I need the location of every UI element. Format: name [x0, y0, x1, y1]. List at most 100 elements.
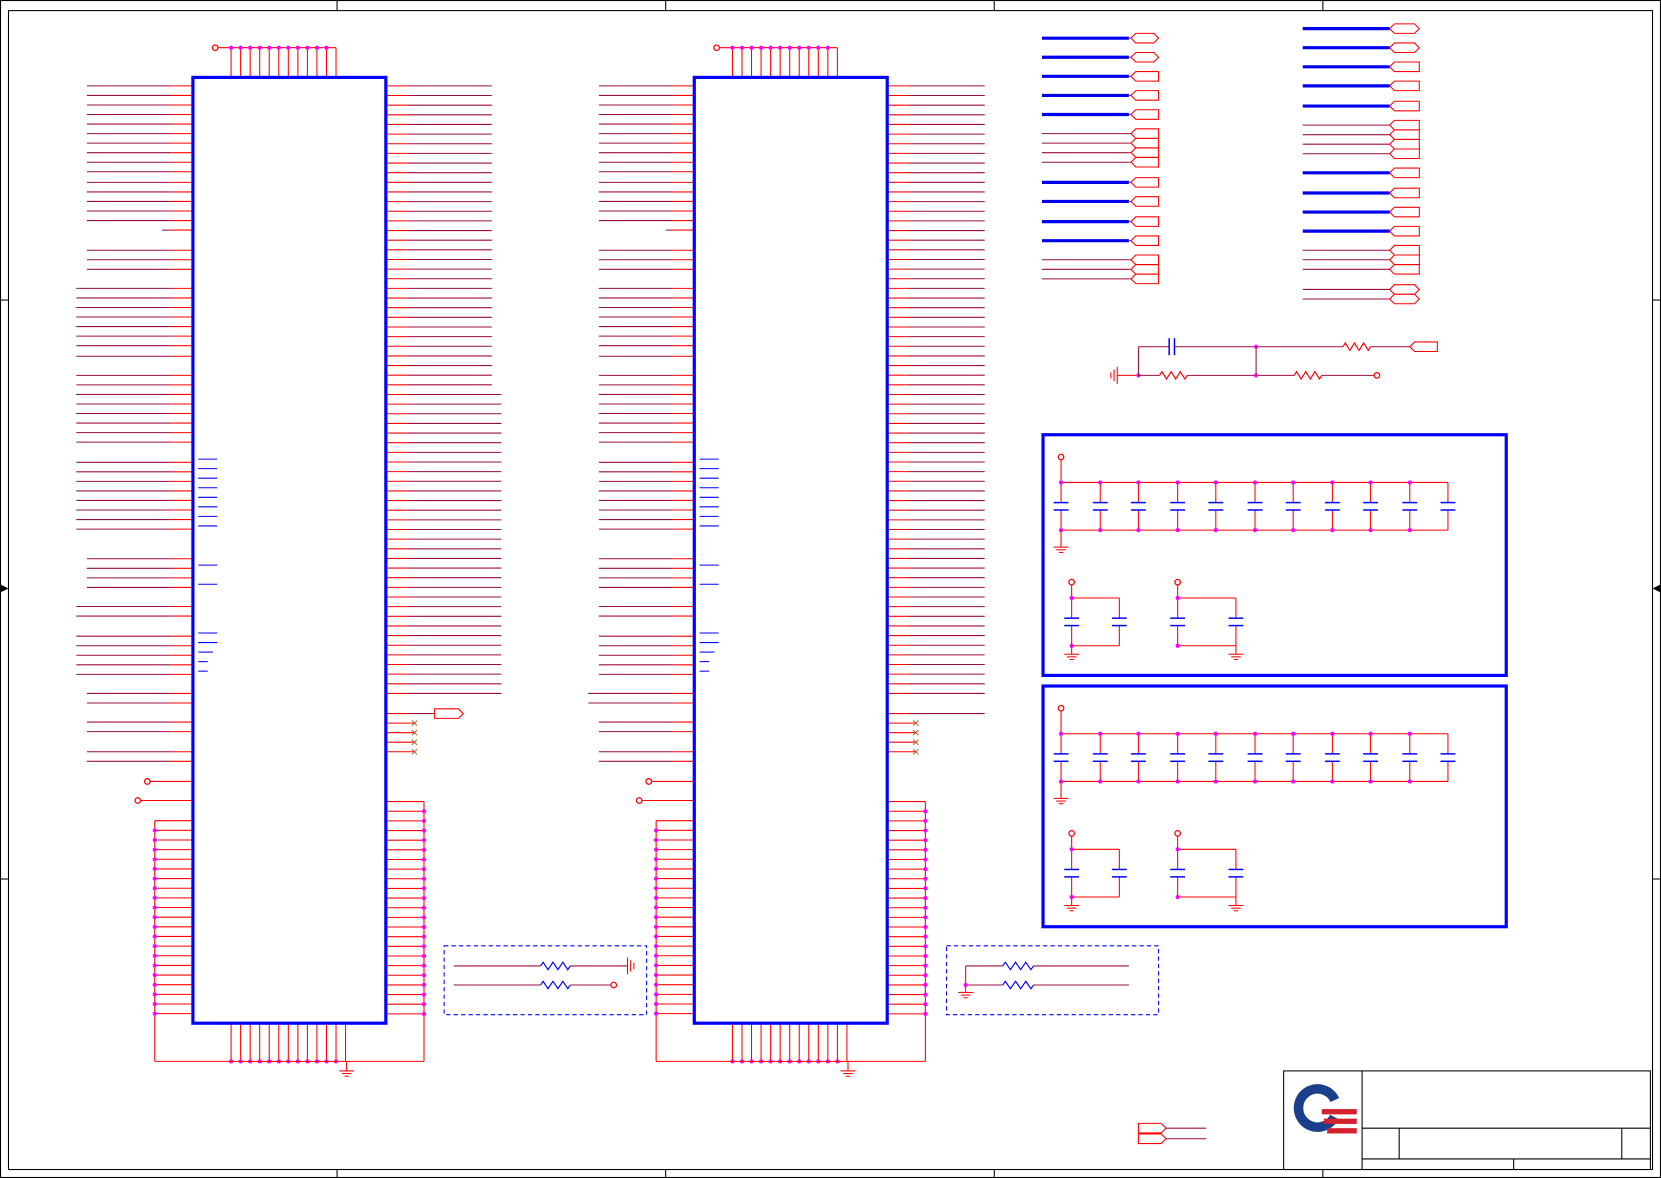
junction-dot [152, 953, 157, 958]
power-port-icon [645, 778, 653, 785]
junction-dot [654, 972, 659, 978]
junction-dot [1291, 528, 1296, 533]
junction-dot [421, 847, 427, 852]
junction-dot [152, 1011, 157, 1016]
junction-dot [768, 45, 773, 50]
junction-dot [654, 828, 659, 833]
junction-dot [1175, 643, 1180, 648]
junction-dot [923, 982, 928, 988]
junction-dot [152, 972, 157, 978]
junction-dot [1407, 528, 1412, 533]
power-port-icon [134, 797, 142, 804]
junction-dot [324, 45, 329, 50]
junction-dot [421, 838, 427, 843]
junction-dot [749, 45, 754, 50]
junction-dot [257, 45, 262, 50]
junction-dot [1252, 731, 1258, 736]
power-port-icon [1068, 830, 1076, 837]
power-port-icon [610, 981, 618, 989]
junction-dot [421, 915, 427, 920]
junction-dot [421, 944, 427, 949]
junction-dot [923, 818, 928, 824]
logo-stripe [1327, 1128, 1357, 1134]
junction-dot [1058, 731, 1064, 736]
power-port-icon [713, 44, 720, 52]
junction-dot [923, 857, 928, 862]
junction-dot [1330, 731, 1335, 736]
junction-dot [421, 992, 427, 997]
junction-dot [654, 876, 659, 881]
junction-dot [923, 944, 928, 949]
junction-dot [654, 943, 659, 949]
junction-dot [923, 915, 928, 920]
junction-dot [654, 837, 659, 843]
power-port-icon [1174, 830, 1182, 837]
junction-dot [1291, 779, 1296, 784]
junction-dot [421, 1011, 427, 1016]
junction-dot [923, 886, 928, 891]
power-port-icon [1057, 704, 1065, 712]
junction-dot [1213, 528, 1218, 533]
junction-dot [739, 45, 745, 50]
junction-dot [238, 45, 243, 50]
junction-dot [152, 886, 157, 891]
junction-dot [1175, 779, 1180, 784]
junction-dot [1368, 779, 1373, 784]
junction-dot [421, 818, 427, 824]
junction-dot [152, 905, 157, 910]
junction-dot [923, 828, 928, 833]
junction-dot [286, 45, 291, 50]
junction-dot [1175, 894, 1180, 900]
junction-dot [1098, 779, 1103, 784]
junction-dot [276, 45, 281, 50]
junction-dot [1098, 731, 1103, 736]
junction-dot [228, 45, 234, 50]
junction-dot [654, 857, 659, 862]
junction-dot [654, 886, 659, 891]
junction-dot [421, 1002, 427, 1007]
junction-dot [654, 915, 659, 920]
junction-dot [825, 45, 830, 50]
junction-dot [654, 866, 659, 872]
power-port-icon [1373, 371, 1381, 379]
logo-stripe [1321, 1109, 1357, 1115]
junction-dot [923, 924, 928, 930]
junction-dot [1291, 480, 1296, 485]
junction-dot [152, 924, 157, 929]
junction-dot [1175, 595, 1180, 601]
junction-dot [654, 953, 659, 958]
junction-dot [654, 924, 659, 929]
junction-dot [248, 45, 253, 50]
junction-dot [923, 895, 928, 901]
junction-dot [923, 1002, 928, 1007]
junction-dot [1175, 528, 1180, 533]
junction-dot [421, 876, 427, 881]
junction-dot [421, 828, 427, 833]
junction-dot [654, 905, 659, 910]
power-port-icon [635, 797, 643, 804]
junction-dot [421, 953, 427, 959]
junction-dot [806, 45, 811, 50]
junction-dot [152, 992, 157, 997]
junction-dot [923, 1011, 928, 1016]
junction-dot [1175, 847, 1180, 852]
junction-dot [421, 924, 427, 930]
junction-dot [1407, 731, 1412, 736]
junction-dot [1368, 731, 1373, 736]
power-port-icon [1068, 578, 1076, 586]
junction-dot [314, 45, 320, 50]
junction-dot [152, 847, 157, 852]
junction-dot [152, 963, 157, 968]
junction-dot [1098, 480, 1103, 485]
junction-dot [1136, 528, 1141, 533]
junction-dot [152, 876, 157, 881]
junction-dot [654, 847, 659, 852]
junction-dot [421, 809, 427, 814]
junction-dot [421, 895, 427, 901]
junction-dot [1368, 528, 1373, 533]
junction-dot [816, 45, 821, 50]
junction-dot [923, 963, 928, 968]
junction-dot [421, 905, 427, 910]
junction-dot [267, 45, 272, 50]
junction-dot [654, 992, 659, 997]
